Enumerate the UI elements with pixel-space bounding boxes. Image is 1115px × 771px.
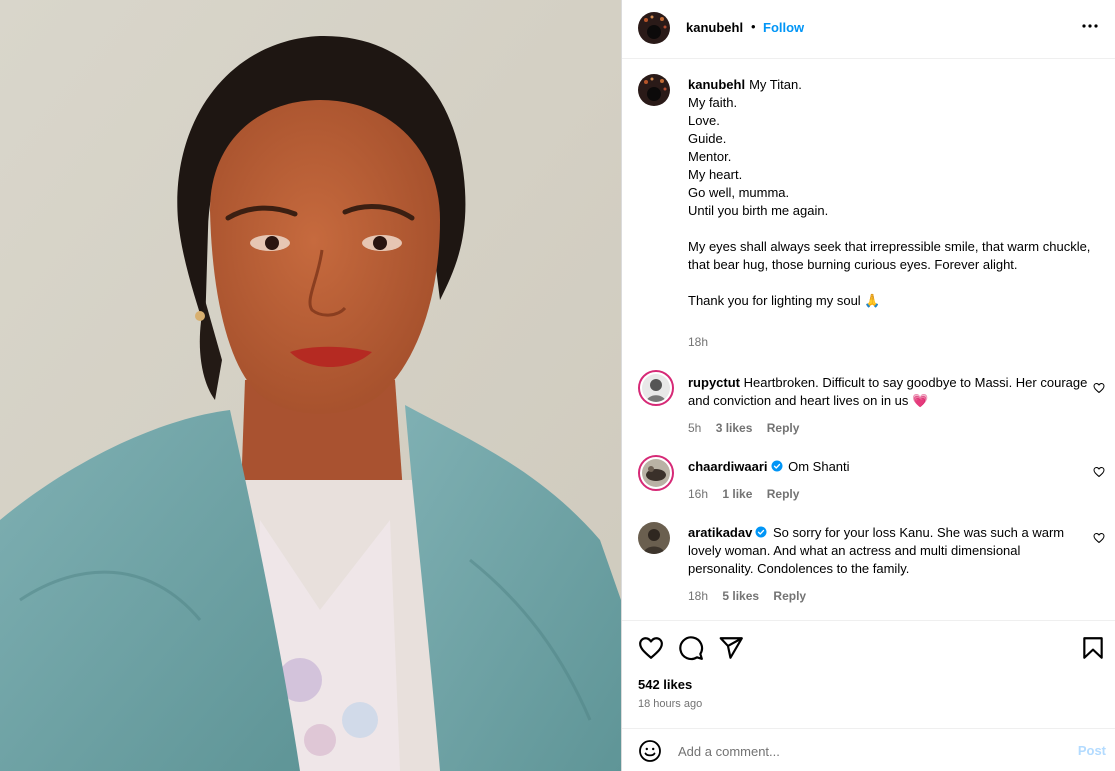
caption-line: My eyes shall always seek that irrepress… [688,239,1091,272]
author-avatar[interactable] [638,12,670,44]
caption-line: Guide. [688,131,727,146]
reply-button[interactable]: Reply [767,421,800,435]
comment-icon[interactable] [678,635,704,661]
post-photo [0,0,621,771]
comment-username[interactable]: aratikadav [688,525,752,540]
more-options-icon[interactable] [1078,14,1102,38]
post-actions: 542 likes 18 hours ago Post [622,620,1115,771]
caption-line: Go well, mumma. [688,185,790,200]
commenter-avatar[interactable] [638,522,670,554]
comment-text: Om Shanti [788,459,850,474]
comment-time[interactable]: 18h [688,589,708,603]
comment-likes[interactable]: 3 likes [716,421,753,435]
caption-line [688,220,1098,238]
comment-meta: 5h 3 likes Reply [688,420,1088,436]
post-details-panel: kanubehl • Follow kanubehl My Titan. My f… [621,0,1115,771]
avatar-image [638,522,670,554]
comment-likes[interactable]: 1 like [722,487,752,501]
comment: aratikadav So sorry for your loss Kanu. … [688,524,1088,604]
caption-line: Thank you for lighting my soul 🙏 [688,293,881,308]
caption-line [688,274,1098,292]
caption-line: Until you birth me again. [688,203,829,218]
avatar-image [642,374,670,402]
follow-button[interactable]: Follow [763,20,804,35]
caption-line: My Titan. [749,77,802,92]
heart-icon[interactable] [638,635,664,661]
caption-line: Love. [688,113,720,128]
post-comment-button[interactable]: Post [1078,743,1106,758]
comment-like-heart-icon[interactable] [1093,382,1105,394]
caption-line: My heart. [688,167,743,182]
verified-badge-icon [755,526,767,538]
comment-text: Heartbroken. Difficult to say goodbye to… [688,375,1088,408]
separator-dot: • [751,19,756,34]
caption-line: My faith. [688,95,738,110]
author-username[interactable]: kanubehl [686,20,743,35]
comment-like-heart-icon[interactable] [1093,532,1105,544]
portrait-image [0,0,621,771]
comment-time[interactable]: 16h [688,487,708,501]
share-icon[interactable] [718,635,744,661]
post-caption: kanubehl My Titan. My faith. Love. Guide.… [688,76,1098,310]
comment-form: Post [622,728,1115,771]
comment: rupyctut Heartbroken. Difficult to say g… [688,374,1088,436]
caption-line: Mentor. [688,149,732,164]
comment-likes[interactable]: 5 likes [722,589,759,603]
comment: chaardiwaari Om Shanti 16h 1 like Reply [688,458,1088,502]
post-header: kanubehl • Follow [622,0,1115,59]
emoji-icon[interactable] [638,739,662,763]
comment-time[interactable]: 5h [688,421,701,435]
avatar-image [638,74,670,106]
comment-meta: 16h 1 like Reply [688,486,1088,502]
commenter-avatar[interactable] [638,455,674,491]
verified-badge-icon [771,460,782,472]
caption-username[interactable]: kanubehl [688,77,745,92]
likes-count[interactable]: 542 likes [638,677,692,692]
caption-timestamp[interactable]: 18h [688,335,708,349]
post-timestamp[interactable]: 18 hours ago [638,698,702,710]
comment-input[interactable] [678,741,1058,761]
bookmark-icon[interactable] [1080,635,1106,661]
reply-button[interactable]: Reply [767,487,800,501]
reply-button[interactable]: Reply [773,589,806,603]
comment-username[interactable]: chaardiwaari [688,459,768,474]
comment-username[interactable]: rupyctut [688,375,740,390]
avatar-image [638,12,670,44]
comment-meta: 18h 5 likes Reply [688,588,1088,604]
comment-like-heart-icon[interactable] [1093,466,1105,478]
post-dialog: kanubehl • Follow kanubehl My Titan. My f… [0,0,1115,771]
commenter-avatar[interactable] [638,370,674,406]
caption-author-avatar[interactable] [638,74,670,106]
avatar-image [642,459,670,487]
